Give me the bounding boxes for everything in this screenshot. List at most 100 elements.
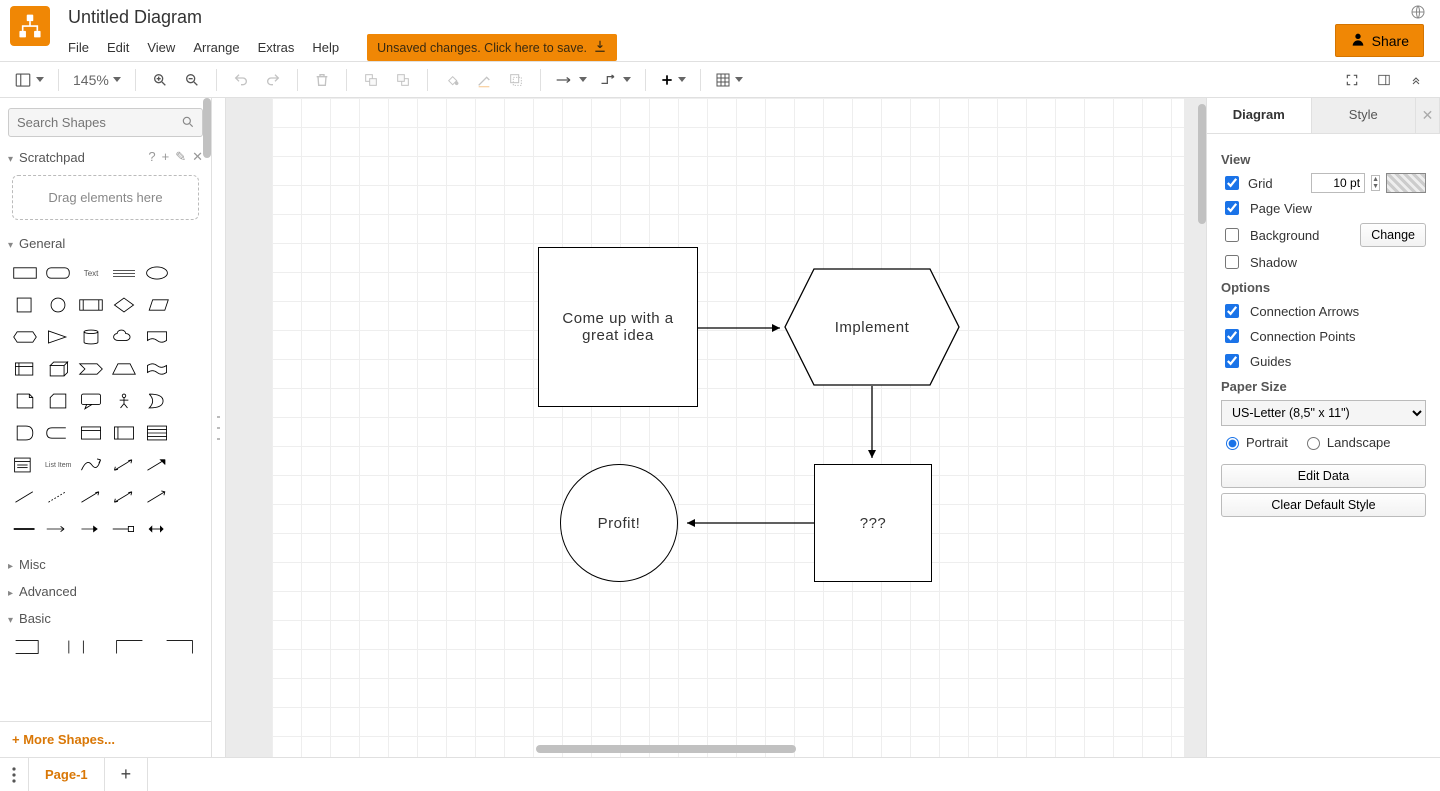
shape-blank6[interactable] xyxy=(174,419,205,447)
unsaved-banner[interactable]: Unsaved changes. Click here to save. xyxy=(367,34,617,61)
edge-1-2[interactable] xyxy=(698,322,788,334)
shape-document[interactable] xyxy=(141,323,172,351)
shape-dashline[interactable] xyxy=(43,483,74,511)
shape-process[interactable] xyxy=(76,291,107,319)
shape-list[interactable] xyxy=(141,419,172,447)
more-shapes-button[interactable]: More Shapes... xyxy=(0,721,211,757)
clear-style-button[interactable]: Clear Default Style xyxy=(1221,493,1426,517)
to-front-button[interactable] xyxy=(357,66,385,94)
shape-blank7[interactable] xyxy=(174,451,205,479)
to-back-button[interactable] xyxy=(389,66,417,94)
shape-roundrect[interactable] xyxy=(43,259,74,287)
shape-container2[interactable] xyxy=(109,419,140,447)
shape-hexagon[interactable] xyxy=(10,323,41,351)
shape-triangle[interactable] xyxy=(43,323,74,351)
basic-partial-rect4[interactable] xyxy=(165,638,197,656)
sidebar-toggle[interactable] xyxy=(10,66,48,94)
shape-card[interactable] xyxy=(43,387,74,415)
page-tab-menu[interactable] xyxy=(0,758,29,791)
shape-ellipse[interactable] xyxy=(141,259,172,287)
scratchpad-close-icon[interactable]: ✕ xyxy=(192,149,203,165)
menu-view[interactable]: View xyxy=(147,40,175,55)
undo-button[interactable] xyxy=(227,66,255,94)
node-hexagon-implement[interactable]: Implement xyxy=(784,268,960,386)
menu-file[interactable]: File xyxy=(68,40,89,55)
node-rect-unknown[interactable]: ??? xyxy=(814,464,932,582)
shape-trapezoid[interactable] xyxy=(109,355,140,383)
shape-hline-arrow3[interactable] xyxy=(109,515,140,543)
shape-callout[interactable] xyxy=(76,387,107,415)
shadow-button[interactable] xyxy=(502,66,530,94)
scratchpad-edit-icon[interactable]: ✎ xyxy=(175,149,186,165)
shape-hline-arrow2[interactable] xyxy=(76,515,107,543)
search-icon[interactable] xyxy=(181,115,195,132)
grid-size-input[interactable] xyxy=(1311,173,1365,193)
language-icon[interactable] xyxy=(1410,4,1426,23)
search-input[interactable] xyxy=(8,108,203,137)
menu-edit[interactable]: Edit xyxy=(107,40,129,55)
shape-and[interactable] xyxy=(10,419,41,447)
scratchpad-add-icon[interactable]: + xyxy=(162,149,170,165)
edge-3-4[interactable] xyxy=(677,517,817,529)
shape-line-twoend[interactable] xyxy=(109,483,140,511)
basic-partial-rect2[interactable] xyxy=(64,638,96,656)
orientation-portrait[interactable]: Portrait xyxy=(1221,434,1288,450)
tab-diagram[interactable]: Diagram xyxy=(1207,98,1312,133)
basic-partial-rect[interactable] xyxy=(14,638,46,656)
insert-button[interactable] xyxy=(656,66,690,94)
shape-blank3[interactable] xyxy=(174,323,205,351)
shape-step[interactable] xyxy=(76,355,107,383)
left-scrollbar[interactable] xyxy=(203,98,211,158)
guides-checkbox[interactable] xyxy=(1225,354,1239,368)
canvas[interactable]: Come up with a great idea Implement ??? xyxy=(226,98,1206,757)
shape-blank2[interactable] xyxy=(174,291,205,319)
shape-note[interactable] xyxy=(10,387,41,415)
shape-bidir-arrow[interactable] xyxy=(109,451,140,479)
landscape-radio[interactable] xyxy=(1307,437,1320,450)
shape-square[interactable] xyxy=(10,291,41,319)
tab-style[interactable]: Style xyxy=(1312,98,1417,133)
document-title[interactable]: Untitled Diagram xyxy=(68,6,1430,28)
advanced-section-header[interactable]: Advanced xyxy=(0,578,211,605)
menu-extras[interactable]: Extras xyxy=(258,40,295,55)
collapse-toolbar-button[interactable] xyxy=(1402,66,1430,94)
canvas-hscrollbar[interactable] xyxy=(536,745,796,753)
shape-arrow[interactable] xyxy=(141,451,172,479)
shape-circle[interactable] xyxy=(43,291,74,319)
delete-button[interactable] xyxy=(308,66,336,94)
background-checkbox[interactable] xyxy=(1225,228,1239,242)
grid-checkbox[interactable] xyxy=(1225,176,1239,190)
shape-parallelogram[interactable] xyxy=(141,291,172,319)
waypoint-style-button[interactable] xyxy=(595,66,635,94)
grid-color-swatch[interactable] xyxy=(1386,173,1426,193)
edge-2-3[interactable] xyxy=(866,386,878,466)
grid-size-stepper[interactable]: ▲▼ xyxy=(1371,175,1380,191)
shape-internal-storage[interactable] xyxy=(10,355,41,383)
fill-color-button[interactable] xyxy=(438,66,466,94)
shape-blank5[interactable] xyxy=(174,387,205,415)
app-logo[interactable] xyxy=(10,6,50,46)
zoom-in-button[interactable] xyxy=(146,66,174,94)
shape-actor[interactable] xyxy=(109,387,140,415)
background-change-button[interactable]: Change xyxy=(1360,223,1426,247)
menu-arrange[interactable]: Arrange xyxy=(193,40,239,55)
tab-close-icon[interactable]: ✕ xyxy=(1416,98,1440,133)
menu-help[interactable]: Help xyxy=(312,40,339,55)
shape-blank8[interactable] xyxy=(174,483,205,511)
shape-line-oneend[interactable] xyxy=(76,483,107,511)
shape-hline[interactable] xyxy=(10,515,41,543)
node-circle-profit[interactable]: Profit! xyxy=(560,464,678,582)
basic-partial-rect3[interactable] xyxy=(115,638,147,656)
scratchpad-dropzone[interactable]: Drag elements here xyxy=(12,175,199,220)
conn-arrows-checkbox[interactable] xyxy=(1225,304,1239,318)
left-splitter[interactable] xyxy=(212,98,226,757)
scratchpad-help-icon[interactable]: ? xyxy=(148,149,155,165)
shape-curve[interactable] xyxy=(76,451,107,479)
shape-textbox[interactable] xyxy=(109,259,140,287)
zoom-out-button[interactable] xyxy=(178,66,206,94)
share-button[interactable]: Share xyxy=(1335,24,1424,57)
general-section-header[interactable]: General xyxy=(0,230,211,257)
shape-cylinder[interactable] xyxy=(76,323,107,351)
node-rect-idea[interactable]: Come up with a great idea xyxy=(538,247,698,407)
basic-section-header[interactable]: Basic xyxy=(0,605,211,632)
